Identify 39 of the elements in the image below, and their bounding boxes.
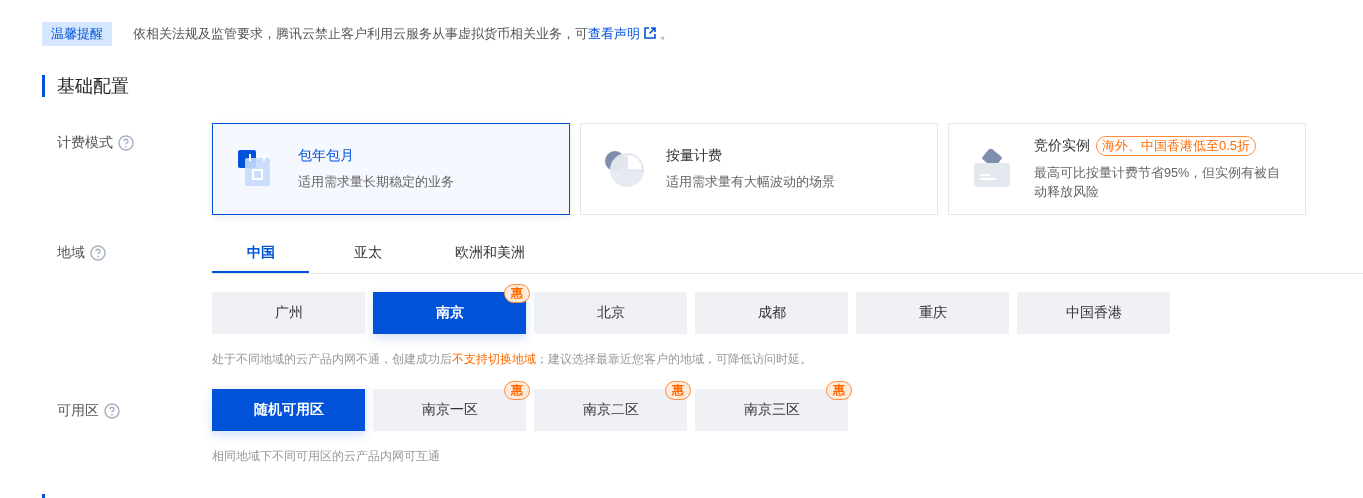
billing-option-card[interactable]: 竞价实例 海外、中国香港低至0.5折 最高可比按量计费节省95%，但实例有被自动释放风险: [948, 123, 1306, 215]
help-icon[interactable]: [104, 403, 120, 419]
option-description: 适用需求量有大幅波动的场景: [666, 173, 835, 191]
section-title: 基础配置: [57, 75, 129, 98]
option-title: 竞价实例: [1034, 137, 1090, 155]
option-description: 适用需求量长期稳定的业务: [298, 173, 454, 191]
notice-tag: 温馨提醒: [42, 22, 112, 46]
region-option[interactable]: 北京: [534, 292, 687, 334]
external-link-icon: [644, 27, 656, 39]
section-marker: [42, 75, 45, 97]
statement-link[interactable]: 查看声明: [588, 26, 660, 41]
option-title: 包年包月: [298, 146, 354, 165]
ticket-icon: [972, 149, 1012, 189]
region-tab[interactable]: 欧洲和美洲: [426, 233, 554, 273]
billing-option-card[interactable]: 包年包月 适用需求量长期稳定的业务: [212, 123, 570, 215]
region-tab[interactable]: 中国: [212, 233, 309, 273]
option-title: 按量计费: [666, 146, 722, 165]
region-hint: 处于不同地域的云产品内网不通，创建成功后不支持切换地域；建议选择最靠近您客户的地域，可降低访问时延。: [212, 351, 813, 368]
billing-option-card[interactable]: 按量计费 适用需求量有大幅波动的场景: [580, 123, 938, 215]
region-option[interactable]: 中国香港: [1017, 292, 1170, 334]
region-tab[interactable]: 亚太: [319, 233, 416, 273]
field-label: 计费模式: [57, 134, 113, 152]
discount-badge: 惠: [826, 381, 852, 400]
option-description: 最高可比按量计费节省95%，但实例有被自动释放风险: [1034, 165, 1282, 201]
help-icon[interactable]: [118, 135, 134, 151]
zone-hint: 相同地域下不同可用区的云产品内网可互通: [212, 448, 441, 465]
region-option[interactable]: 成都: [695, 292, 848, 334]
field-label: 地域: [57, 244, 85, 262]
notice-text: 依相关法规及监管要求，腾讯云禁止客户利用云服务从事虚拟货币相关业务，可查看声明 。: [133, 25, 673, 43]
discount-badge: 惠: [665, 381, 691, 400]
region-option[interactable]: 重庆: [856, 292, 1009, 334]
discount-badge: 惠: [504, 284, 530, 303]
discount-tag: 海外、中国香港低至0.5折: [1096, 136, 1257, 156]
pie-chart-icon: [604, 150, 644, 188]
field-label: 可用区: [57, 402, 99, 420]
zone-option[interactable]: 随机可用区: [212, 389, 365, 431]
region-option[interactable]: 广州: [212, 292, 365, 334]
discount-badge: 惠: [504, 381, 530, 400]
help-icon[interactable]: [90, 245, 106, 261]
